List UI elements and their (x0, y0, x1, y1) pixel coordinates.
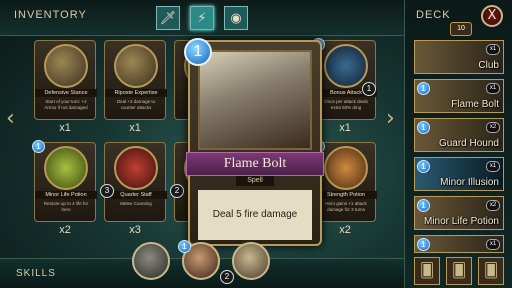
deck-item[interactable]: 1 x1 Flame Bolt (414, 79, 504, 113)
card-desc: Start of your turn: +2 Armor if not dama… (44, 99, 88, 110)
deck-cards-icon[interactable]: 🂠 (414, 257, 440, 285)
card-name: Strength Potion (315, 191, 377, 199)
inventory-card[interactable]: Defensive Stance Start of your turn: +2 … (34, 40, 97, 120)
deck-item-count: x1 (486, 239, 500, 250)
inventory-card[interactable]: Riposte Expertise Deal +3 damage to coun… (104, 40, 167, 120)
count-badge: 2 (220, 270, 234, 284)
card-name: Quarter Staff (105, 191, 167, 199)
card-art (324, 146, 368, 190)
deck-item-count: x1 (486, 161, 500, 172)
mana-gem: 1 (32, 140, 45, 153)
deck-cards-icon[interactable]: 🂠 (478, 257, 504, 285)
card-name: Defensive Stance (35, 89, 97, 97)
card-count: x1 (59, 122, 71, 134)
deck-item[interactable]: 1 x1 Minor Illusion (414, 157, 504, 191)
deck-item-count: x2 (486, 200, 500, 211)
card-count: x2 (339, 224, 351, 236)
next-page-arrow[interactable]: › (386, 108, 400, 130)
inventory-header: INVENTORY 🗡 ⚡ ◉ (0, 0, 404, 36)
featured-card-desc: Deal 5 fire damage (198, 190, 312, 240)
mana-gem: 1 (178, 240, 191, 253)
skill-slot[interactable] (132, 242, 170, 280)
skill-slot[interactable] (232, 242, 270, 280)
deck-cards-icon[interactable]: 🂠 (446, 257, 472, 285)
card-desc: Melee Counting (120, 201, 152, 206)
mana-gem: 1 (417, 160, 430, 173)
prev-page-arrow[interactable]: ‹ (6, 108, 20, 130)
card-count: x1 (339, 122, 351, 134)
featured-card[interactable]: Flame Bolt Spell Deal 5 fire damage (186, 40, 324, 246)
featured-card-art (198, 50, 312, 150)
card-art (44, 146, 88, 190)
deck-item-count: x1 (486, 83, 500, 94)
featured-card-type: Spell (236, 176, 274, 186)
deck-item-count: x1 (486, 44, 500, 55)
card-count: x2 (59, 224, 71, 236)
deck-item-name: Guard Hound (438, 138, 499, 149)
card-desc: Deal +3 damage to counter attacks (116, 99, 156, 110)
inventory-card[interactable]: Minor Life Potion Restore up to 4 life f… (34, 142, 97, 222)
card-art (324, 44, 368, 88)
mana-gem: 1 (417, 121, 430, 134)
deck-item-count: x2 (486, 122, 500, 133)
mana-gem: 1 (417, 238, 430, 251)
card-desc: Restore up to 4 life for hero (43, 201, 89, 212)
deck-item[interactable]: x1 Club (414, 40, 504, 74)
mana-gem: 1 (417, 199, 430, 212)
deck-item-name: Flame Bolt (451, 99, 499, 110)
deck-title: DECK (416, 9, 451, 21)
featured-mana-gem: 1 (184, 38, 212, 66)
card-art (114, 146, 158, 190)
deck-count-badge: 10 (450, 22, 472, 36)
inventory-title: INVENTORY (14, 9, 87, 21)
mana-gem: 1 (417, 82, 430, 95)
sword-icon[interactable]: 🗡 (156, 6, 180, 30)
orb-icon[interactable]: ◉ (224, 6, 248, 30)
count-badge: 2 (170, 184, 184, 198)
skills-label: SKILLS (16, 268, 56, 279)
card-art (114, 44, 158, 88)
count-badge: 3 (100, 184, 114, 198)
deck-item-name: Minor Illusion (440, 177, 499, 188)
deck-item[interactable]: 1 x2 Minor Life Potion (414, 196, 504, 230)
inventory-card[interactable]: Quarter Staff Melee Counting (104, 142, 167, 222)
deck-item-name: Club (478, 60, 499, 71)
deck-item[interactable]: 1 x1 (414, 235, 504, 253)
card-desc: Once per attack deals extra 50% dmg (324, 99, 368, 110)
filter-tabs: 🗡 ⚡ ◉ (156, 6, 248, 30)
close-button[interactable]: X (481, 5, 503, 27)
card-count: x1 (129, 122, 141, 134)
lightning-icon[interactable]: ⚡ (190, 6, 214, 30)
card-name: Minor Life Potion (35, 191, 97, 199)
inventory-card[interactable]: Bonus Attack Once per attack deals extra… (314, 40, 377, 120)
card-name: Riposte Expertise (105, 89, 167, 97)
card-art (44, 44, 88, 88)
featured-card-name: Flame Bolt (186, 152, 324, 176)
count-badge: 1 (362, 82, 376, 96)
deck-item[interactable]: 1 x2 Guard Hound (414, 118, 504, 152)
card-count: x3 (129, 224, 141, 236)
deck-item-name: Minor Life Potion (423, 216, 499, 227)
card-desc: Hero gains +1 attack damage for 3 turns (325, 201, 367, 212)
